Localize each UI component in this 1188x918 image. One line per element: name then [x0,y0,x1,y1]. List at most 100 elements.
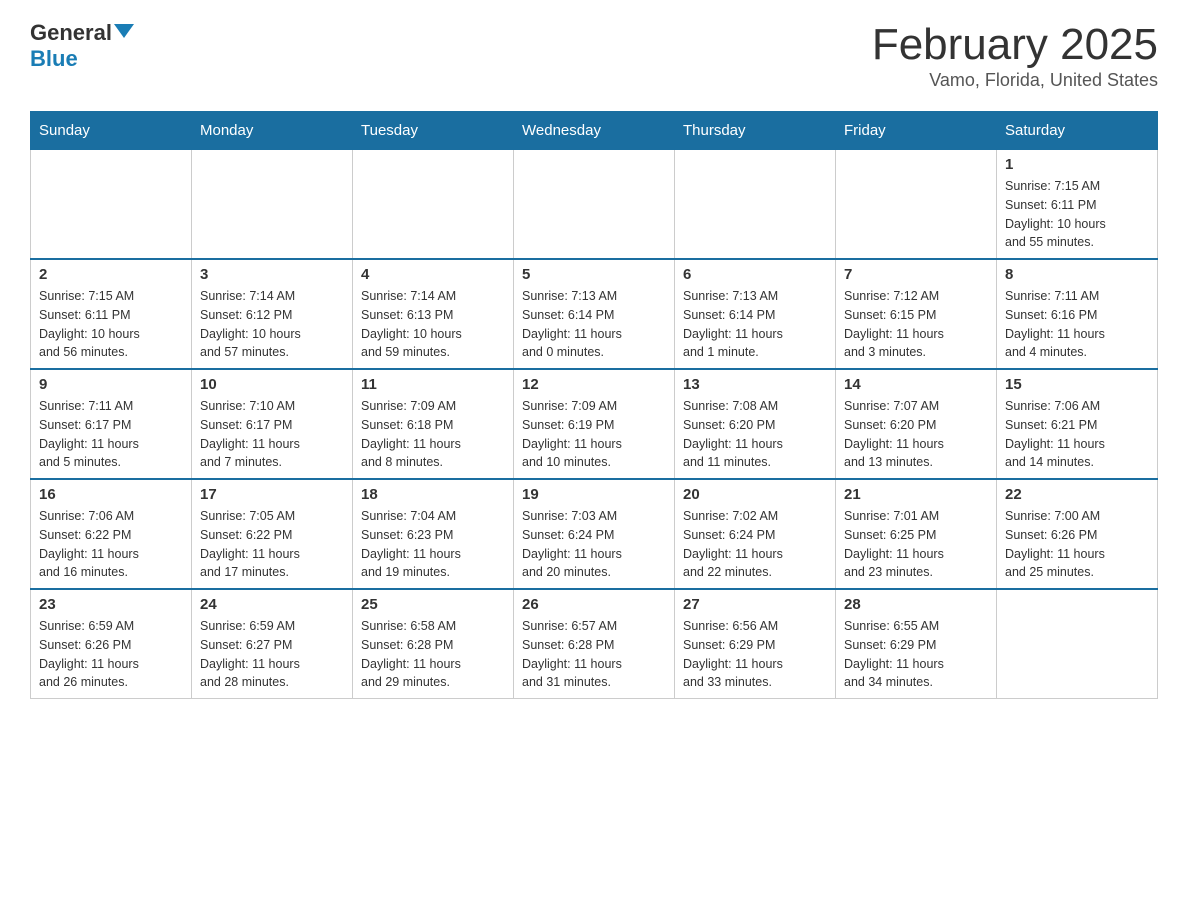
calendar-cell: 20 Sunrise: 7:02 AM Sunset: 6:24 PM Dayli… [675,479,836,589]
calendar-table: SundayMondayTuesdayWednesdayThursdayFrid… [30,111,1158,699]
day-number: 5 [522,266,666,283]
day-info: Sunrise: 7:00 AM Sunset: 6:26 PM Dayligh… [1005,507,1149,582]
weekday-header-thursday: Thursday [675,112,836,150]
calendar-cell [836,150,997,260]
day-info: Sunrise: 7:15 AM Sunset: 6:11 PM Dayligh… [39,287,183,362]
logo-blue-text: Blue [30,46,78,72]
day-number: 15 [1005,376,1149,393]
day-number: 14 [844,376,988,393]
day-info: Sunrise: 7:13 AM Sunset: 6:14 PM Dayligh… [683,287,827,362]
day-info: Sunrise: 7:05 AM Sunset: 6:22 PM Dayligh… [200,507,344,582]
day-info: Sunrise: 6:59 AM Sunset: 6:26 PM Dayligh… [39,617,183,692]
day-number: 9 [39,376,183,393]
day-info: Sunrise: 7:01 AM Sunset: 6:25 PM Dayligh… [844,507,988,582]
day-info: Sunrise: 7:09 AM Sunset: 6:18 PM Dayligh… [361,397,505,472]
calendar-cell: 22 Sunrise: 7:00 AM Sunset: 6:26 PM Dayli… [997,479,1158,589]
day-number: 21 [844,486,988,503]
day-number: 23 [39,596,183,613]
calendar-cell: 17 Sunrise: 7:05 AM Sunset: 6:22 PM Dayli… [192,479,353,589]
calendar-cell: 4 Sunrise: 7:14 AM Sunset: 6:13 PM Daylig… [353,259,514,369]
calendar-cell [514,150,675,260]
day-number: 3 [200,266,344,283]
calendar-cell: 25 Sunrise: 6:58 AM Sunset: 6:28 PM Dayli… [353,589,514,699]
day-number: 28 [844,596,988,613]
calendar-cell: 16 Sunrise: 7:06 AM Sunset: 6:22 PM Dayli… [31,479,192,589]
weekday-header-friday: Friday [836,112,997,150]
calendar-week-row: 16 Sunrise: 7:06 AM Sunset: 6:22 PM Dayli… [31,479,1158,589]
day-info: Sunrise: 7:09 AM Sunset: 6:19 PM Dayligh… [522,397,666,472]
day-info: Sunrise: 6:55 AM Sunset: 6:29 PM Dayligh… [844,617,988,692]
calendar-cell: 23 Sunrise: 6:59 AM Sunset: 6:26 PM Dayli… [31,589,192,699]
calendar-cell: 19Sunrise: 7:03 AM Sunset: 6:24 PM Dayli… [514,479,675,589]
weekday-header-monday: Monday [192,112,353,150]
calendar-cell: 3 Sunrise: 7:14 AM Sunset: 6:12 PM Daylig… [192,259,353,369]
day-number: 12 [522,376,666,393]
day-number: 22 [1005,486,1149,503]
day-info: Sunrise: 7:02 AM Sunset: 6:24 PM Dayligh… [683,507,827,582]
calendar-cell: 2 Sunrise: 7:15 AM Sunset: 6:11 PM Daylig… [31,259,192,369]
day-info: Sunrise: 7:12 AM Sunset: 6:15 PM Dayligh… [844,287,988,362]
calendar-cell: 6 Sunrise: 7:13 AM Sunset: 6:14 PM Daylig… [675,259,836,369]
day-info: Sunrise: 7:04 AM Sunset: 6:23 PM Dayligh… [361,507,505,582]
day-number: 6 [683,266,827,283]
day-number: 13 [683,376,827,393]
weekday-header-tuesday: Tuesday [353,112,514,150]
day-number: 24 [200,596,344,613]
day-number: 27 [683,596,827,613]
day-info: Sunrise: 6:57 AM Sunset: 6:28 PM Dayligh… [522,617,666,692]
calendar-cell: 8 Sunrise: 7:11 AM Sunset: 6:16 PM Daylig… [997,259,1158,369]
calendar-cell: 12 Sunrise: 7:09 AM Sunset: 6:19 PM Dayli… [514,369,675,479]
calendar-cell: 21 Sunrise: 7:01 AM Sunset: 6:25 PM Dayli… [836,479,997,589]
day-number: 7 [844,266,988,283]
day-number: 16 [39,486,183,503]
day-number: 17 [200,486,344,503]
day-info: Sunrise: 7:13 AM Sunset: 6:14 PM Dayligh… [522,287,666,362]
weekday-header-sunday: Sunday [31,112,192,150]
day-info: Sunrise: 7:03 AM Sunset: 6:24 PM Dayligh… [522,507,666,582]
calendar-cell: 11 Sunrise: 7:09 AM Sunset: 6:18 PM Dayli… [353,369,514,479]
day-info: Sunrise: 7:15 AM Sunset: 6:11 PM Dayligh… [1005,177,1149,252]
day-number: 1 [1005,156,1149,173]
calendar-cell: 24Sunrise: 6:59 AM Sunset: 6:27 PM Dayli… [192,589,353,699]
calendar-cell: 7 Sunrise: 7:12 AM Sunset: 6:15 PM Daylig… [836,259,997,369]
calendar-week-row: 9 Sunrise: 7:11 AM Sunset: 6:17 PM Daylig… [31,369,1158,479]
calendar-cell: 5 Sunrise: 7:13 AM Sunset: 6:14 PM Daylig… [514,259,675,369]
calendar-cell: 10 Sunrise: 7:10 AM Sunset: 6:17 PM Dayli… [192,369,353,479]
calendar-week-row: 1 Sunrise: 7:15 AM Sunset: 6:11 PM Daylig… [31,150,1158,260]
day-info: Sunrise: 7:06 AM Sunset: 6:22 PM Dayligh… [39,507,183,582]
day-info: Sunrise: 7:08 AM Sunset: 6:20 PM Dayligh… [683,397,827,472]
day-info: Sunrise: 7:11 AM Sunset: 6:17 PM Dayligh… [39,397,183,472]
day-info: Sunrise: 7:14 AM Sunset: 6:12 PM Dayligh… [200,287,344,362]
day-info: Sunrise: 7:07 AM Sunset: 6:20 PM Dayligh… [844,397,988,472]
day-info: Sunrise: 7:11 AM Sunset: 6:16 PM Dayligh… [1005,287,1149,362]
calendar-header-row: SundayMondayTuesdayWednesdayThursdayFrid… [31,112,1158,150]
day-info: Sunrise: 7:10 AM Sunset: 6:17 PM Dayligh… [200,397,344,472]
calendar-cell: 9 Sunrise: 7:11 AM Sunset: 6:17 PM Daylig… [31,369,192,479]
day-number: 10 [200,376,344,393]
weekday-header-wednesday: Wednesday [514,112,675,150]
day-number: 26 [522,596,666,613]
logo-general-text: General [30,20,112,46]
day-number: 2 [39,266,183,283]
day-number: 8 [1005,266,1149,283]
day-info: Sunrise: 7:14 AM Sunset: 6:13 PM Dayligh… [361,287,505,362]
calendar-cell: 27 Sunrise: 6:56 AM Sunset: 6:29 PM Dayli… [675,589,836,699]
calendar-cell: 14 Sunrise: 7:07 AM Sunset: 6:20 PM Dayli… [836,369,997,479]
calendar-cell [353,150,514,260]
calendar-cell: 1 Sunrise: 7:15 AM Sunset: 6:11 PM Daylig… [997,150,1158,260]
day-number: 4 [361,266,505,283]
day-number: 20 [683,486,827,503]
weekday-header-saturday: Saturday [997,112,1158,150]
calendar-cell: 18Sunrise: 7:04 AM Sunset: 6:23 PM Dayli… [353,479,514,589]
day-number: 25 [361,596,505,613]
day-info: Sunrise: 6:56 AM Sunset: 6:29 PM Dayligh… [683,617,827,692]
month-title: February 2025 [872,20,1158,70]
day-number: 11 [361,376,505,393]
title-section: February 2025 Vamo, Florida, United Stat… [872,20,1158,91]
calendar-cell: 15Sunrise: 7:06 AM Sunset: 6:21 PM Dayli… [997,369,1158,479]
logo: General Blue [30,20,134,72]
day-info: Sunrise: 6:58 AM Sunset: 6:28 PM Dayligh… [361,617,505,692]
calendar-cell [675,150,836,260]
calendar-cell [192,150,353,260]
logo-triangle-icon [114,24,134,38]
